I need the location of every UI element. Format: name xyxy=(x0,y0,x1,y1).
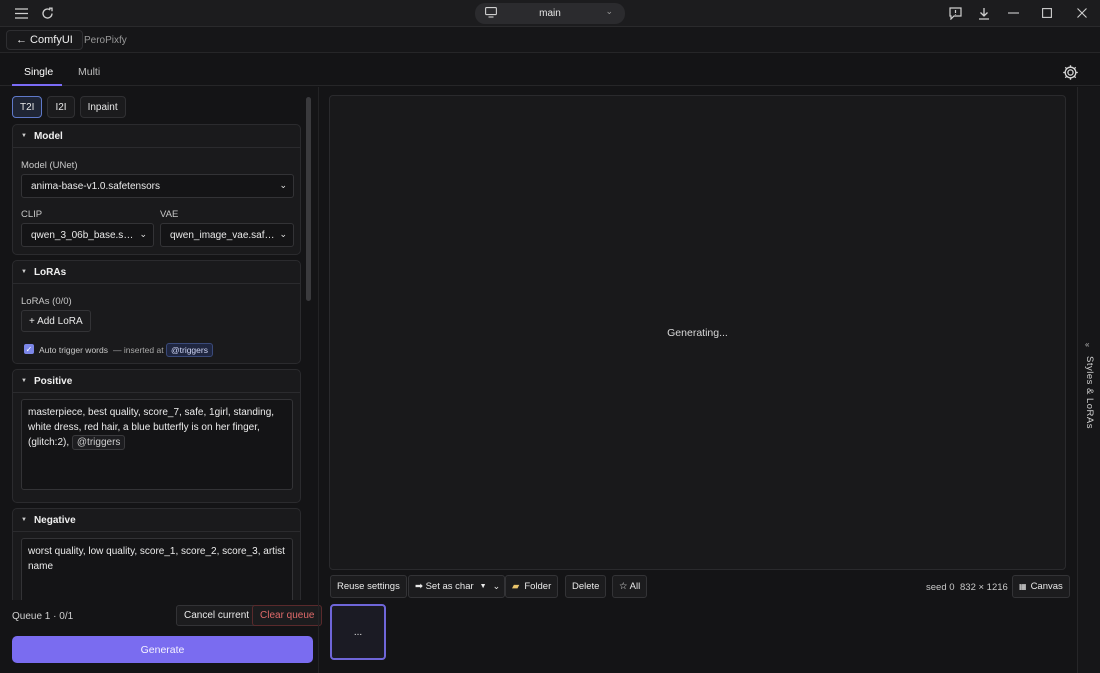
collapse-triangle-icon: ▼ xyxy=(21,269,27,275)
unet-select[interactable]: anima-base-v1.0.safetensors ⌄ xyxy=(21,174,294,198)
active-tab-indicator xyxy=(12,84,62,86)
set-as-char-button[interactable]: ➡ Set as char ▼ ⌄ xyxy=(408,575,506,598)
loras-card-header[interactable]: ▼ LoRAs xyxy=(13,261,300,284)
positive-card-header[interactable]: ▼ Positive xyxy=(13,370,300,393)
image-size-readout: 832 × 1216 xyxy=(960,582,1008,593)
all-button[interactable]: ☆ All xyxy=(612,575,648,598)
generate-button[interactable]: Generate xyxy=(12,636,313,663)
vae-label: VAE xyxy=(160,209,179,220)
loras-card: ▼ LoRAs LoRAs (0/0) + Add LoRA ✓ Auto tr… xyxy=(12,260,301,364)
panel-divider[interactable] xyxy=(318,87,319,673)
reload-icon[interactable] xyxy=(39,5,55,21)
delete-button[interactable]: Delete xyxy=(565,575,607,598)
reuse-settings-button[interactable]: Reuse settings xyxy=(330,575,407,598)
maximize-icon[interactable] xyxy=(1039,5,1055,21)
collapse-triangle-icon: ▼ xyxy=(21,517,27,523)
unet-value: anima-base-v1.0.safetensors xyxy=(31,180,160,192)
window-titlebar: main ⌄ xyxy=(0,0,1100,27)
negative-prompt-text: worst quality, low quality, score_1, sco… xyxy=(28,546,285,572)
positive-prompt-textarea[interactable]: masterpiece, best quality, score_7, safe… xyxy=(21,399,293,490)
preview-area: Generating... xyxy=(329,95,1066,570)
chevron-left-icon[interactable]: « xyxy=(1085,340,1089,349)
clip-select[interactable]: qwen_3_06b_base.safetensors ⌄ xyxy=(21,223,154,247)
model-card-title: Model xyxy=(33,130,63,142)
tab-t2i[interactable]: T2I xyxy=(12,96,43,118)
hamburger-menu-icon[interactable] xyxy=(13,5,29,21)
collapse-triangle-icon: ▼ xyxy=(21,133,27,139)
auto-trigger-checkbox[interactable]: ✓ xyxy=(24,344,34,354)
generating-status: Generating... xyxy=(667,327,728,339)
collapse-triangle-icon: ▼ xyxy=(21,378,27,384)
positive-trigger-chip: @triggers xyxy=(71,435,126,450)
set-as-char-label: ➡ Set as char xyxy=(415,581,474,592)
folder-button[interactable]: ▰ Folder xyxy=(505,575,559,598)
thumbnail-placeholder: ... xyxy=(353,626,363,638)
tab-i2i[interactable]: I2I xyxy=(47,96,75,118)
loras-count-label: LoRAs (0/0) xyxy=(21,296,72,307)
negative-card: ▼ Negative worst quality, low quality, s… xyxy=(12,508,301,608)
download-icon[interactable] xyxy=(976,5,992,21)
clip-value: qwen_3_06b_base.safetensors xyxy=(31,229,153,241)
vae-select[interactable]: qwen_image_vae.safetensors ⌄ xyxy=(160,223,294,247)
back-to-comfyui-button[interactable]: ← ComfyUI xyxy=(6,30,83,50)
canvas-button[interactable]: ▦ Canvas xyxy=(1012,575,1070,598)
left-panel: T2I I2I Inpaint ▼ Model Model (UNet) ani… xyxy=(0,87,323,673)
caret-down-icon: ▼ xyxy=(479,583,487,590)
tab-inpaint[interactable]: Inpaint xyxy=(79,96,126,118)
mode-tabs: Single Multi xyxy=(0,53,1100,86)
inserted-at-label: — inserted at xyxy=(113,345,164,355)
left-panel-scrollbar[interactable] xyxy=(306,97,311,301)
generation-mode-tabs: T2I I2I Inpaint xyxy=(12,96,126,118)
folder-label: Folder xyxy=(524,581,552,592)
vae-value: qwen_image_vae.safetensors xyxy=(170,229,293,241)
model-card: ▼ Model Model (UNet) anima-base-v1.0.saf… xyxy=(12,124,301,255)
chevron-down-icon: ⌄ xyxy=(139,229,147,239)
loras-card-title: LoRAs xyxy=(33,266,67,278)
negative-prompt-textarea[interactable]: worst quality, low quality, score_1, sco… xyxy=(21,538,293,608)
negative-card-title: Negative xyxy=(33,514,76,526)
chevron-down-icon: ⌄ xyxy=(279,180,287,190)
positive-card: ▼ Positive masterpiece, best quality, sc… xyxy=(12,369,301,503)
tab-multi[interactable]: Multi xyxy=(78,66,100,78)
queue-footer: Queue 1 · 0/1 Cancel current Clear queue… xyxy=(0,600,323,673)
app-bar: ← ComfyUI PeroPixfy xyxy=(0,27,1100,53)
branch-selector[interactable]: main ⌄ xyxy=(475,3,625,24)
generation-thumbnail[interactable]: ... xyxy=(330,604,386,660)
auto-trigger-label: Auto trigger words xyxy=(39,345,108,355)
trigger-chip: @triggers xyxy=(166,343,213,357)
model-card-header[interactable]: ▼ Model xyxy=(13,125,300,148)
close-icon[interactable] xyxy=(1074,5,1090,21)
positive-card-title: Positive xyxy=(33,375,73,387)
app-name: PeroPixfy xyxy=(84,35,127,46)
tab-single[interactable]: Single xyxy=(24,66,53,78)
feedback-icon[interactable] xyxy=(947,5,963,21)
queue-status: Queue 1 · 0/1 xyxy=(12,611,74,622)
folder-icon: ▰ xyxy=(512,581,520,592)
minimize-icon[interactable] xyxy=(1005,5,1021,21)
chevron-down-icon[interactable]: ⌄ xyxy=(493,581,501,592)
clear-queue-button[interactable]: Clear queue xyxy=(252,605,323,626)
clip-label: CLIP xyxy=(21,209,43,220)
chevron-down-icon: ⌄ xyxy=(605,6,613,16)
styles-loras-rail-label[interactable]: Styles & LoRAs xyxy=(1084,356,1095,429)
branch-name: main xyxy=(539,8,561,19)
add-lora-button[interactable]: + Add LoRA xyxy=(21,310,91,332)
settings-gear-icon[interactable] xyxy=(1062,64,1079,81)
canvas-label: Canvas xyxy=(1030,581,1063,592)
seed-readout: seed 0 xyxy=(926,582,955,593)
chevron-down-icon: ⌄ xyxy=(279,229,287,239)
negative-card-header[interactable]: ▼ Negative xyxy=(13,509,300,532)
positive-prompt-text: masterpiece, best quality, score_7, safe… xyxy=(28,407,275,448)
unet-label: Model (UNet) xyxy=(21,160,78,171)
canvas-icon: ▦ xyxy=(1019,582,1027,591)
cancel-current-button[interactable]: Cancel current xyxy=(176,605,258,626)
